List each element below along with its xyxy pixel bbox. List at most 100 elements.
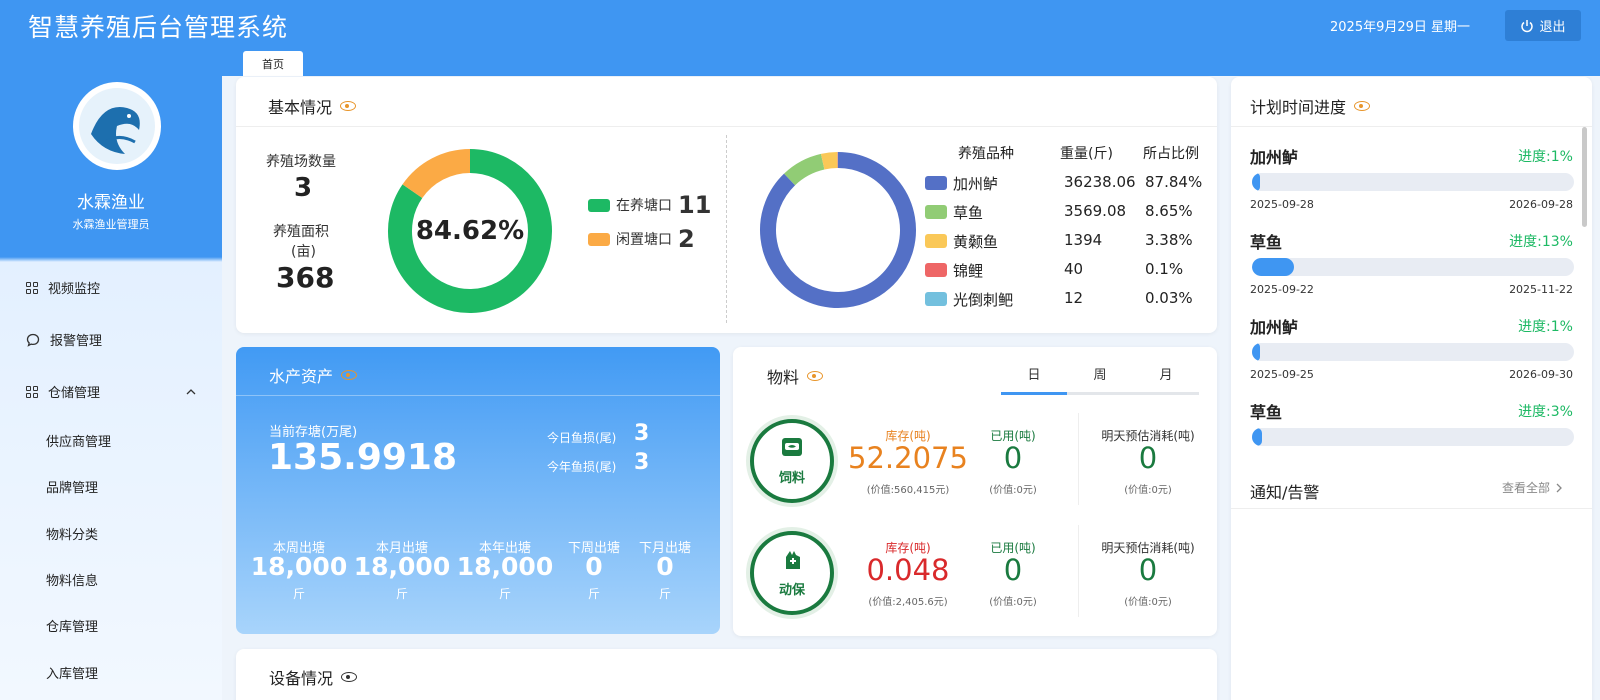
- plan-start-date: 2025-09-25: [1250, 368, 1314, 381]
- species-ratio: 0.03%: [1145, 289, 1193, 307]
- shipment-unit: 斤: [658, 587, 671, 601]
- area-label: 养殖面积: [273, 224, 329, 240]
- legend-active: 在养塘口 11: [588, 191, 711, 219]
- menu-label: 视频监控: [48, 282, 101, 297]
- submenu-material-info[interactable]: 物料信息: [46, 570, 98, 589]
- plan-species-name: 加州鲈: [1250, 148, 1299, 167]
- submenu-warehouse[interactable]: 仓库管理: [46, 616, 98, 635]
- card-title: 设备情况: [269, 665, 358, 689]
- feed-stock-price: (价值:560,415元): [866, 485, 950, 496]
- eye-icon[interactable]: [1354, 101, 1371, 111]
- protect-forecast-price: (价值:0元): [1124, 597, 1172, 608]
- chat-bubble-icon: [26, 333, 40, 347]
- submenu-inbound[interactable]: 入库管理: [46, 663, 98, 682]
- species-weight: 40: [1064, 260, 1084, 278]
- card-title-text: 设备情况: [269, 669, 334, 688]
- protect-forecast-value: 0: [1138, 553, 1158, 587]
- medicine-bottle-icon: [786, 551, 800, 569]
- farm-count-label: 养殖场数量: [266, 154, 336, 170]
- user-role: 水霖渔业管理员: [72, 218, 150, 231]
- logout-button[interactable]: 退出: [1505, 10, 1581, 41]
- tab-active-indicator: [1001, 392, 1067, 395]
- card-title: 水产资产: [269, 363, 358, 387]
- today-loss-label: 今日鱼损(尾): [547, 431, 617, 445]
- species-name: 锦鲤: [953, 262, 984, 280]
- shipment-value: 0: [656, 552, 674, 581]
- legend-active-label: 在养塘口: [616, 198, 672, 214]
- menu-label: 仓储管理: [48, 386, 101, 401]
- protect-stock-value: 0.048: [866, 553, 950, 587]
- species-donut-chart: [760, 151, 916, 308]
- species-ratio: 0.1%: [1145, 260, 1184, 278]
- eye-icon[interactable]: [340, 101, 357, 111]
- tab-week[interactable]: 周: [1067, 364, 1133, 383]
- species-name: 加州鲈: [953, 175, 999, 193]
- area-unit: (亩): [291, 244, 316, 260]
- species-ratio: 87.84%: [1145, 173, 1203, 191]
- feed-stock-value: 52.2075: [848, 441, 968, 475]
- divider: [1231, 508, 1592, 509]
- menu-warehouse[interactable]: 仓储管理: [26, 382, 196, 401]
- card-title-text: 水产资产: [269, 367, 334, 386]
- feed-used-price: (价值:0元): [989, 485, 1037, 496]
- menu-alarm[interactable]: 报警管理: [26, 330, 102, 349]
- menu-video-monitor[interactable]: 视频监控: [26, 278, 100, 297]
- basic-info-card: 基本情况 养殖场数量 3 养殖面积 (亩) 368 84.62% 在养塘口 11…: [236, 77, 1217, 333]
- year-loss-label: 今年鱼损(尾): [547, 460, 617, 474]
- eye-icon[interactable]: [341, 370, 358, 380]
- stock-value: 135.9918: [268, 437, 458, 478]
- scrollbar-thumb[interactable]: [1582, 127, 1587, 227]
- legend-swatch: [588, 198, 610, 212]
- submenu-brand[interactable]: 品牌管理: [46, 477, 98, 496]
- eye-icon[interactable]: [807, 371, 824, 381]
- view-all-link[interactable]: 查看全部: [1502, 479, 1563, 496]
- tab-home[interactable]: 首页: [243, 51, 303, 76]
- legend-idle: 闲置塘口 2: [588, 225, 695, 253]
- submenu-material-category[interactable]: 物料分类: [46, 524, 98, 543]
- feed-forecast-price: (价值:0元): [1124, 485, 1172, 496]
- species-name: 光倒刺鲃: [953, 291, 1014, 309]
- plan-species-name: 加州鲈: [1250, 318, 1299, 337]
- plan-species-name: 草鱼: [1250, 403, 1283, 422]
- power-icon: [1521, 19, 1534, 32]
- chevron-up-icon: [186, 388, 196, 394]
- eye-icon[interactable]: [341, 672, 358, 682]
- species-name: 草鱼: [953, 204, 984, 222]
- legend-swatch: [925, 176, 947, 190]
- card-title: 计划时间进度: [1250, 94, 1371, 118]
- protect-used-value: 0: [1003, 553, 1023, 587]
- app-title: 智慧养殖后台管理系统: [28, 13, 289, 42]
- sidebar: 水霖渔业 水霖渔业管理员 视频监控 报警管理 仓储管理 供应商管理 品牌管理 物…: [0, 52, 222, 700]
- pond-donut-percent: 84.62%: [415, 216, 525, 246]
- plan-progress-card: 计划时间进度: [1231, 77, 1592, 700]
- chevron-right-icon: [1556, 483, 1562, 492]
- top-header: 智慧养殖后台管理系统 2025年9月29日 星期一 退出: [0, 0, 1600, 52]
- divider: [1231, 126, 1592, 127]
- tab-bar: [0, 52, 1600, 76]
- species-name: 黄颡鱼: [953, 233, 999, 251]
- donut-slice-0: [760, 152, 916, 308]
- shipment-unit: 斤: [395, 587, 408, 601]
- today-loss-value: 3: [634, 421, 650, 446]
- farm-count: 3: [294, 173, 313, 203]
- plan-species-name: 草鱼: [1250, 233, 1283, 252]
- tab-day[interactable]: 日: [1001, 364, 1067, 383]
- divider: [236, 395, 720, 396]
- feed-forecast-value: 0: [1138, 441, 1158, 475]
- legend-swatch: [925, 263, 947, 277]
- card-title-text: 物料: [767, 368, 800, 387]
- materials-card: 物料 日 周 月 饲料 库存(吨) 52.2075 (价值:560,415元) …: [733, 347, 1217, 636]
- feed-bag-icon: [782, 438, 802, 456]
- plan-start-date: 2025-09-28: [1250, 198, 1314, 211]
- submenu-supplier[interactable]: 供应商管理: [46, 431, 111, 450]
- equipment-card: 设备情况: [236, 649, 1217, 700]
- plan-progress-label: 进度:3%: [1518, 404, 1573, 420]
- company-name: 水霖渔业: [77, 193, 145, 213]
- feed-badge: 饲料: [750, 419, 834, 503]
- tab-month[interactable]: 月: [1133, 364, 1199, 383]
- donut-slice-1: [784, 153, 825, 186]
- protect-badge: 动保: [750, 531, 834, 615]
- plan-end-date: 2026-09-30: [1509, 368, 1573, 381]
- shipment-value: 18,000: [250, 552, 348, 581]
- legend-idle-count: 2: [678, 225, 695, 253]
